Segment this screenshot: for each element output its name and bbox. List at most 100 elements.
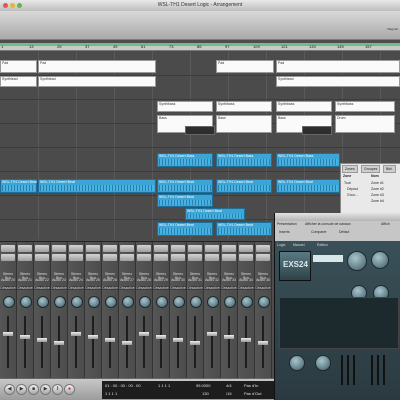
stop-button[interactable]: ■ xyxy=(28,384,39,395)
region-desert-beat[interactable]: WSL-TH1 Desert Beat xyxy=(38,179,156,193)
region-desert-beat[interactable]: WSL-TH1 Desert Beat xyxy=(276,179,340,193)
fader-cap[interactable] xyxy=(190,341,200,345)
channel-strip[interactable]: Stereo Bus Audio 24 Désactivé xyxy=(68,242,85,379)
volume-fader-track[interactable] xyxy=(245,316,247,368)
env-slider[interactable] xyxy=(383,355,385,385)
fader-cap[interactable] xyxy=(207,332,217,336)
channel-strip[interactable]: Stereo Bus Audio 27 Désactivé xyxy=(119,242,136,379)
setting-slot[interactable] xyxy=(52,245,66,252)
pan-knob[interactable] xyxy=(241,296,253,308)
insert-slot[interactable] xyxy=(154,254,168,261)
volume-fader-track[interactable] xyxy=(92,316,94,368)
insert-slot[interactable] xyxy=(256,254,270,261)
setting-slot[interactable] xyxy=(35,245,49,252)
fader-cap[interactable] xyxy=(224,335,234,339)
insert-slot[interactable] xyxy=(69,254,83,261)
automation-mode[interactable]: Désactivé xyxy=(255,286,271,290)
region-desert-beat[interactable]: WSL-TH1 Desert Beat xyxy=(0,179,37,193)
channel-strip[interactable]: Stereo Bus Audio 34 Désactivé xyxy=(238,242,255,379)
volume-fader-track[interactable] xyxy=(7,316,9,368)
region-desert-beat[interactable]: WSL-TH1 Desert Beat xyxy=(157,222,213,236)
record-button[interactable]: ● xyxy=(64,384,75,395)
instrument-menu[interactable] xyxy=(313,255,343,262)
region-pad[interactable]: Pad xyxy=(0,60,37,73)
region-drum[interactable]: Drum xyxy=(335,115,395,133)
env-slider[interactable] xyxy=(377,355,379,385)
insert-slot[interactable] xyxy=(137,254,151,261)
region-desert-bass[interactable]: WSL-TH1 Desert Bass xyxy=(216,153,272,167)
forward-button[interactable]: ▶ xyxy=(16,384,27,395)
setting-slot[interactable] xyxy=(86,245,100,252)
region-desert-beat[interactable]: WSL-TH1 Desert Beat xyxy=(216,222,272,236)
fader-cap[interactable] xyxy=(122,341,132,345)
pan-knob[interactable] xyxy=(258,296,270,308)
env-slider[interactable] xyxy=(371,355,373,385)
fader-cap[interactable] xyxy=(88,335,98,339)
insert-slot[interactable] xyxy=(222,254,236,261)
library-item[interactable]: Dépoul xyxy=(347,187,358,191)
zone-item[interactable]: Zone #4 xyxy=(371,199,384,203)
fader-cap[interactable] xyxy=(20,335,30,339)
zone-item[interactable]: Zone #1 xyxy=(371,181,384,185)
automation-mode[interactable]: Désactivé xyxy=(0,286,16,290)
automation-mode[interactable]: Désactivé xyxy=(187,286,203,290)
fader-cap[interactable] xyxy=(173,338,183,342)
insert-slot[interactable] xyxy=(120,254,134,261)
volume-fader-track[interactable] xyxy=(211,316,213,368)
pan-knob[interactable] xyxy=(190,296,202,308)
channel-strip[interactable]: Stereo Bus Audio 29 Désactivé xyxy=(153,242,170,379)
setting-slot[interactable] xyxy=(205,245,219,252)
automation-mode[interactable]: Désactivé xyxy=(238,286,254,290)
zone-item[interactable]: Zone #3 xyxy=(371,193,384,197)
plugin-compare-button[interactable]: Comparer xyxy=(311,230,327,234)
fader-cap[interactable] xyxy=(139,332,149,336)
setting-slot[interactable] xyxy=(171,245,185,252)
insert-slot[interactable] xyxy=(239,254,253,261)
channel-strip[interactable]: Stereo Bus Audio 20 Désactivé xyxy=(0,242,17,379)
automation-mode[interactable]: Désactivé xyxy=(136,286,152,290)
automation-mode[interactable]: Désactivé xyxy=(221,286,237,290)
pause-button[interactable]: ‖ xyxy=(52,384,63,395)
fader-cap[interactable] xyxy=(156,335,166,339)
automation-mode[interactable]: Désactivé xyxy=(51,286,67,290)
volume-fader-track[interactable] xyxy=(228,316,230,368)
channel-strip[interactable]: Stereo Bus Audio 30 Désactivé xyxy=(170,242,187,379)
pan-knob[interactable] xyxy=(122,296,134,308)
pan-knob[interactable] xyxy=(54,296,66,308)
zone-item[interactable]: Zone #2 xyxy=(371,187,384,191)
automation-mode[interactable]: Désactivé xyxy=(85,286,101,290)
region-desert-beat[interactable]: WSL-TH1 Desert Beat xyxy=(216,179,272,193)
region-desert-beat[interactable]: WSL-TH1 Desert Beat xyxy=(157,179,213,193)
plugin-inserts-label[interactable]: Inserts xyxy=(279,230,290,234)
region-bass[interactable]: Bass xyxy=(216,115,272,133)
insert-slot[interactable] xyxy=(86,254,100,261)
volume-fader-track[interactable] xyxy=(75,316,77,368)
volume-fader-track[interactable] xyxy=(24,316,26,368)
volume-fader-track[interactable] xyxy=(177,316,179,368)
fader-cap[interactable] xyxy=(105,338,115,342)
insert-slot[interactable] xyxy=(205,254,219,261)
tab-library[interactable]: Bibl. xyxy=(383,165,396,173)
bar-ruler[interactable]: 1 13 25 37 49 61 73 85 97 109 121 133 14… xyxy=(0,43,400,51)
automation-mode[interactable]: Désactivé xyxy=(170,286,186,290)
automation-mode[interactable]: Désactivé xyxy=(68,286,84,290)
tab-groups[interactable]: Groupes xyxy=(361,165,381,173)
plugin-edit-button[interactable]: Édition xyxy=(317,243,328,247)
insert-slot[interactable] xyxy=(18,254,32,261)
automation-mode[interactable]: Désactivé xyxy=(119,286,135,290)
setting-slot[interactable] xyxy=(154,245,168,252)
pan-knob[interactable] xyxy=(37,296,49,308)
pan-knob[interactable] xyxy=(20,296,32,308)
pan-knob[interactable] xyxy=(139,296,151,308)
library-item[interactable]: Grou... xyxy=(347,193,358,197)
lfo1-rate-knob[interactable] xyxy=(289,355,305,371)
pan-knob[interactable] xyxy=(224,296,236,308)
pan-knob[interactable] xyxy=(173,296,185,308)
pan-knob[interactable] xyxy=(105,296,117,308)
channel-strip[interactable]: Stereo Bus Audio 21 Désactivé xyxy=(17,242,34,379)
channel-strip[interactable]: Stereo Bus Audio 31 Désactivé xyxy=(187,242,204,379)
pan-knob[interactable] xyxy=(156,296,168,308)
setting-slot[interactable] xyxy=(222,245,236,252)
insert-slot[interactable] xyxy=(35,254,49,261)
setting-slot[interactable] xyxy=(69,245,83,252)
